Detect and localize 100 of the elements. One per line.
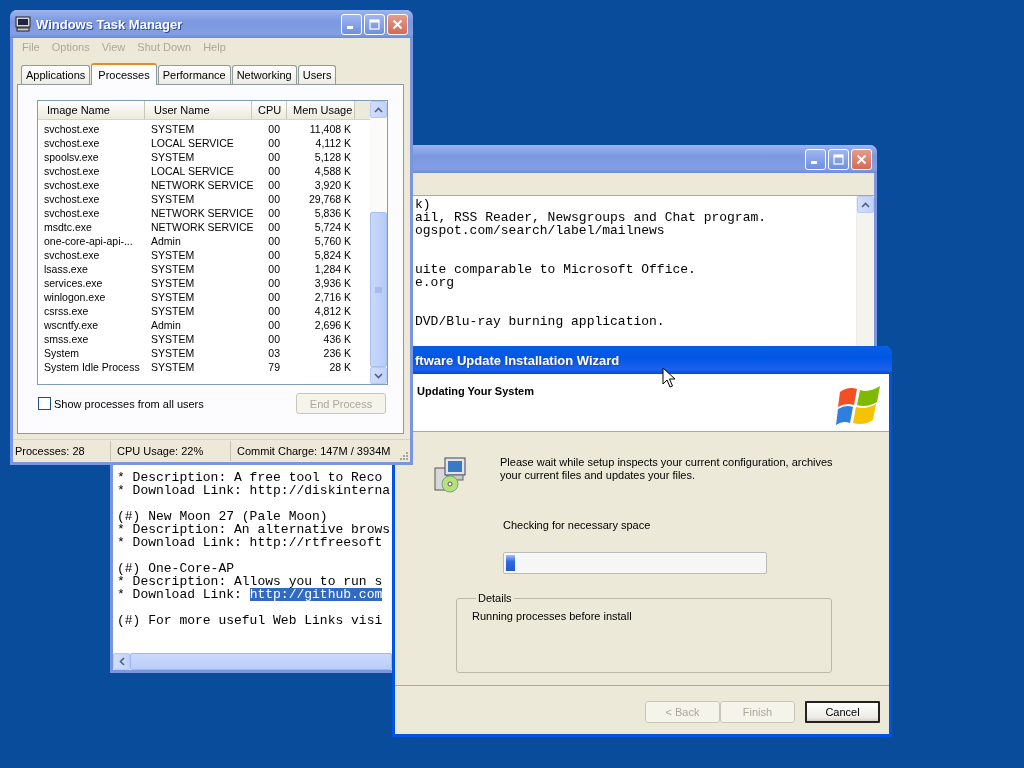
maximize-icon — [833, 153, 844, 165]
window-title: ftware Update Installation Wizard — [414, 352, 620, 368]
group-label: Details — [477, 592, 513, 604]
table-cell-text: 00 — [267, 332, 281, 346]
status-text: Commit Charge: 147M / 3934M — [236, 444, 392, 459]
text-line: * Download Link: — [117, 588, 243, 601]
table-cell-text: 00 — [267, 206, 281, 220]
table-cell-text: svchost.exe — [43, 178, 101, 192]
table-cell-text: System — [43, 346, 80, 360]
window-title: Windows Task Manager — [36, 16, 183, 32]
table-cell-text: 00 — [267, 192, 281, 206]
table-cell-text: SYSTEM — [150, 346, 196, 360]
column-header[interactable]: CPU — [252, 101, 287, 119]
table-cell-text: NETWORK SERVICE — [150, 206, 252, 220]
column-header[interactable]: Mem Usage — [287, 101, 355, 119]
table-cell-text: SYSTEM — [150, 290, 196, 304]
table-cell-text: svchost.exe — [43, 164, 101, 178]
table-cell-text: SYSTEM — [150, 248, 196, 262]
table-cell-text: SYSTEM — [150, 192, 196, 206]
table-cell-text: NETWORK SERVICE — [150, 220, 252, 234]
table-cell-text: 5,128 K — [313, 150, 352, 164]
text-line: k) — [415, 198, 431, 211]
table-cell-text: 00 — [267, 276, 281, 290]
table-cell-text: LOCAL SERVICE — [150, 136, 235, 150]
table-cell-text: SYSTEM — [150, 262, 196, 276]
table-cell-text: 00 — [267, 318, 281, 332]
info-message: Please wait while setup inspects your current configuration, archives your current files and updates your files. — [500, 456, 834, 482]
text-line: ail, RSS Reader, Newsgroups and Chat program. — [415, 211, 767, 224]
scroll-up-button[interactable] — [857, 196, 874, 213]
details-text: Running processes before install — [472, 610, 633, 623]
computer-cd-icon — [433, 456, 469, 494]
status-text: CPU Usage: 22% — [111, 441, 231, 461]
selected-text: http://github.com — [249, 588, 383, 601]
table-cell-text: SYSTEM — [150, 122, 196, 136]
close-icon — [856, 153, 867, 165]
table-cell-text: 4,112 K — [314, 136, 352, 150]
table-cell-text: svchost.exe — [43, 136, 101, 150]
table-cell-text: 03 — [267, 346, 281, 360]
table-cell-text: 11,408 K — [308, 122, 352, 136]
table-cell-text: 00 — [267, 290, 281, 304]
text-line: uite comparable to Microsoft Office. — [415, 263, 697, 276]
table-cell-text: smss.exe — [43, 332, 90, 346]
status-text: Checking for necessary space — [503, 519, 651, 532]
grip-icon — [375, 286, 382, 293]
table-cell-text: 00 — [267, 304, 281, 318]
table-cell-text: NETWORK SERVICE — [150, 178, 252, 192]
table-cell-text: LOCAL SERVICE — [150, 164, 235, 178]
table-cell-text: 436 K — [322, 332, 352, 346]
column-header[interactable]: Image Name — [38, 101, 145, 119]
text-line: e.org — [415, 276, 455, 289]
checkbox-label: Show processes from all users — [54, 397, 204, 410]
text-line: (#) For more useful Web Links visi — [117, 614, 384, 627]
wizard-button[interactable]: Cancel — [805, 701, 880, 723]
table-cell-text: 00 — [267, 164, 281, 178]
table-cell-text: 3,920 K — [313, 178, 352, 192]
table-cell-text: SYSTEM — [150, 332, 196, 346]
table-cell-text: winlogon.exe — [43, 290, 107, 304]
table-cell-text: 00 — [267, 262, 281, 276]
table-cell-text: spoolsv.exe — [43, 150, 100, 164]
table-cell-text: 79 — [267, 360, 281, 374]
table-cell-text: msdtc.exe — [43, 220, 93, 234]
table-cell-text: one-core-api-api-... — [43, 234, 134, 248]
text-line: * Download Link: http://diskinterna — [117, 484, 391, 497]
table-cell-text: wscntfy.exe — [43, 318, 100, 332]
text-line: * Description: A free tool to Reco — [117, 471, 384, 484]
column-header[interactable]: User Name — [145, 101, 252, 119]
table-cell-text: 3,936 K — [313, 276, 352, 290]
table-cell-text: SYSTEM — [150, 304, 196, 318]
close-icon — [392, 18, 403, 30]
table-cell-text: 00 — [267, 234, 281, 248]
table-cell-text: Admin — [150, 318, 182, 332]
table-cell-text: csrss.exe — [43, 304, 90, 318]
computer-icon — [15, 16, 31, 32]
checkbox[interactable] — [38, 397, 51, 410]
table-cell-text: SYSTEM — [150, 150, 196, 164]
scroll-down-button[interactable] — [370, 367, 387, 384]
scrollbar-thumb[interactable] — [370, 212, 387, 367]
text-line: (#) New Moon 27 (Pale Moon) — [117, 510, 328, 523]
table-cell-text: services.exe — [43, 276, 104, 290]
text-line: ogspot.com/search/label/mailnews — [415, 224, 666, 237]
table-cell-text: 00 — [267, 150, 281, 164]
table-cell-text: 2,696 K — [313, 318, 352, 332]
table-cell-text: svchost.exe — [43, 206, 101, 220]
text-line: * Download Link: http://rtfreesoft — [117, 536, 384, 549]
table-cell-text: lsass.exe — [43, 262, 89, 276]
maximize-icon — [369, 18, 380, 30]
text-line: (#) One-Core-AP — [117, 562, 236, 575]
table-cell-text: 28 K — [328, 360, 352, 374]
table-cell-text: 5,760 K — [313, 234, 352, 248]
text-line: * Description: An alternative brows — [117, 523, 391, 536]
table-cell-text: 2,716 K — [313, 290, 352, 304]
minimize-icon — [347, 26, 353, 29]
table-cell-text: 00 — [267, 122, 281, 136]
table-cell-text: 4,812 K — [313, 304, 352, 318]
table-cell-text: 00 — [267, 136, 281, 150]
scroll-up-button[interactable] — [370, 101, 387, 118]
table-cell-text: 00 — [267, 178, 281, 192]
table-cell-text: 1,284 K — [313, 262, 352, 276]
status-text: Processes: 28 — [13, 441, 111, 461]
text-line: DVD/Blu-ray burning application. — [415, 315, 666, 328]
